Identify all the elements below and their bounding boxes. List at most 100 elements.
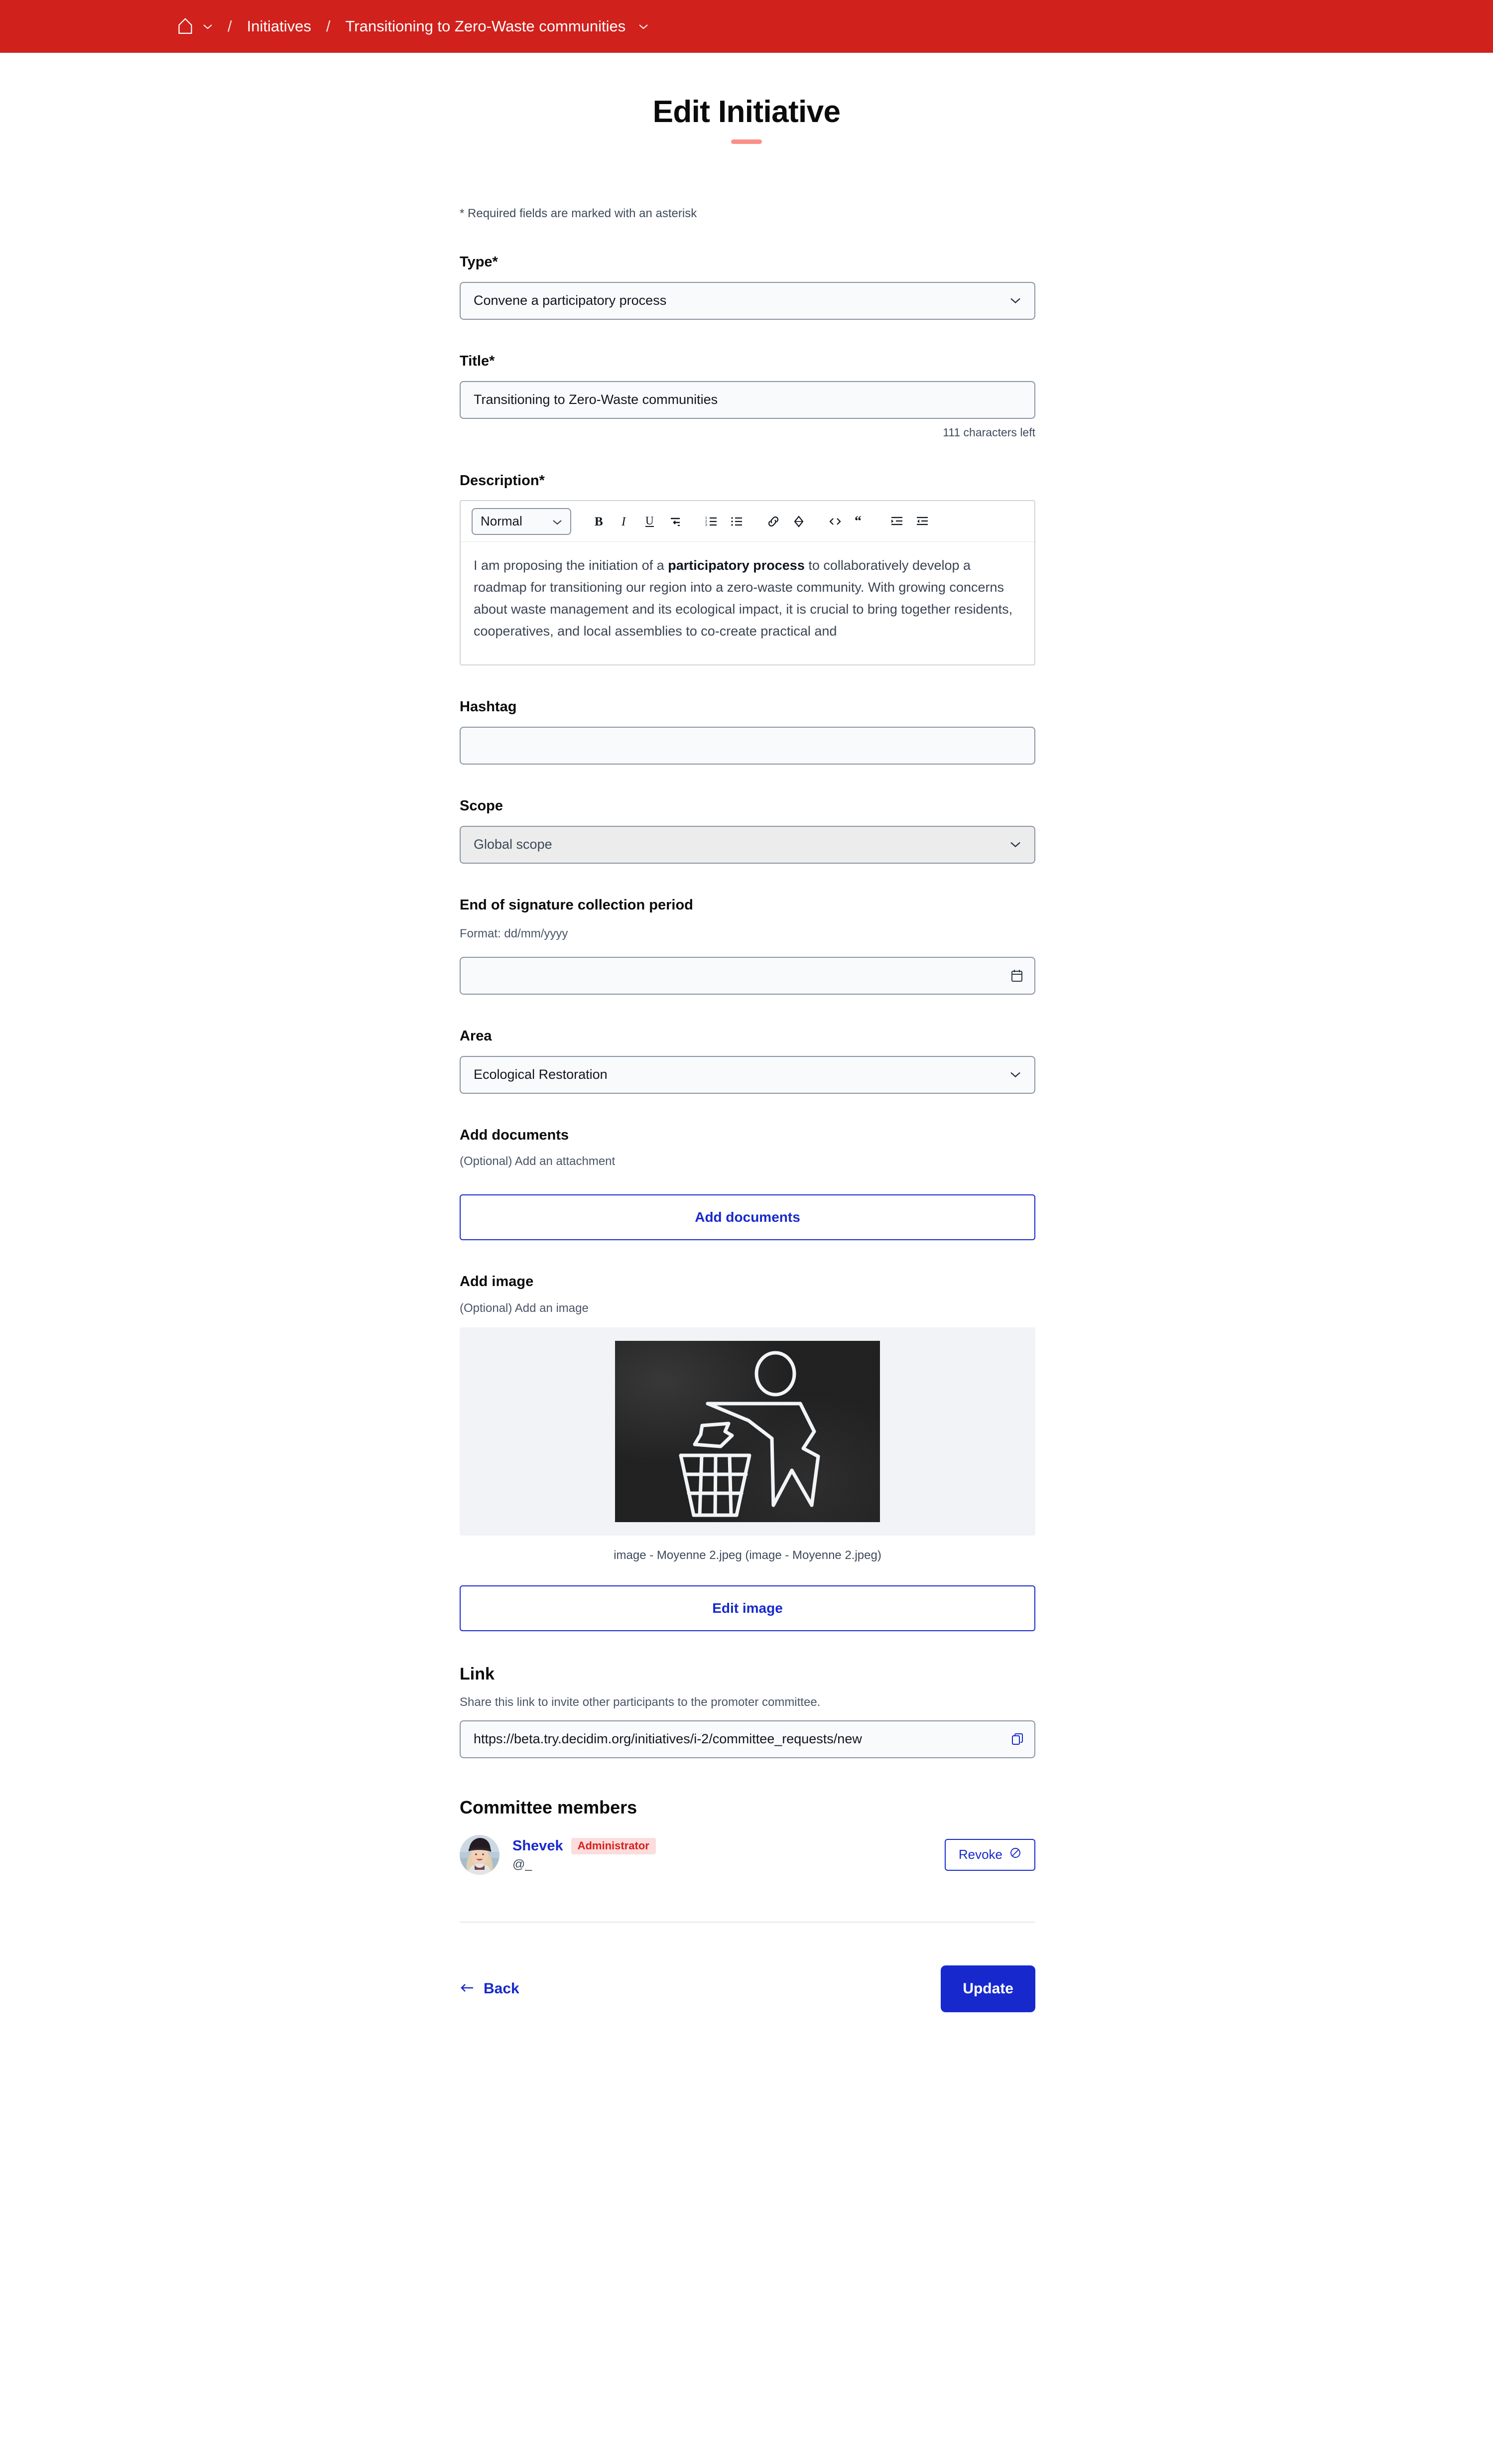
breadcrumb-bar: / Initiatives / Transitioning to Zero-Wa… (0, 0, 1493, 53)
add-documents-button[interactable]: Add documents (460, 1194, 1035, 1241)
field-label-area: Area (460, 1028, 492, 1044)
svg-text:U: U (645, 515, 654, 527)
title-input[interactable]: Transitioning to Zero-Waste communities (460, 381, 1035, 419)
scope-select-value: Global scope (474, 837, 552, 852)
area-select-value: Ecological Restoration (474, 1067, 608, 1082)
field-label-add-documents: Add documents (460, 1127, 569, 1143)
paragraph-format-select[interactable]: Normal (472, 508, 571, 535)
svg-text:I: I (621, 515, 626, 528)
calendar-icon[interactable] (1010, 969, 1023, 983)
member-name-link[interactable]: Shevek (512, 1838, 563, 1854)
image-thumbnail (615, 1341, 880, 1523)
home-icon (177, 17, 194, 35)
breadcrumb-item-initiatives[interactable]: Initiatives (247, 17, 311, 35)
erase-format-icon[interactable] (788, 509, 810, 534)
avatar-image (460, 1834, 499, 1875)
back-button[interactable]: Back (460, 1980, 519, 1997)
description-rich-text-editor[interactable]: Normal B I U 1 2 3 “ I am proposing the … (460, 500, 1035, 666)
title-input-value: Transitioning to Zero-Waste communities (474, 392, 718, 407)
field-scope: Scope Global scope (460, 797, 1035, 864)
svg-text:1: 1 (705, 517, 707, 520)
field-label-hashtag: Hashtag (460, 699, 517, 715)
type-select[interactable]: Convene a participatory process (460, 281, 1035, 320)
revoke-button[interactable]: Revoke (944, 1838, 1035, 1871)
description-text-bold: participatory process (668, 558, 805, 573)
area-select[interactable]: Ecological Restoration (460, 1055, 1035, 1094)
field-label-add-image: Add image (460, 1274, 534, 1290)
line-break-icon[interactable] (664, 509, 686, 534)
member-texts: Shevek Administrator @_ (512, 1837, 656, 1872)
field-hashtag: Hashtag (460, 698, 1035, 765)
field-title: Title* Transitioning to Zero-Waste commu… (460, 353, 1035, 439)
chevron-down-icon (1009, 297, 1021, 304)
signature-end-date-input[interactable] (460, 956, 1035, 995)
update-button[interactable]: Update (941, 1965, 1035, 2012)
title-underline-accent (731, 139, 762, 144)
bold-icon[interactable]: B (588, 509, 610, 534)
indent-icon[interactable] (886, 509, 908, 534)
chevron-down-icon (1009, 1071, 1021, 1078)
field-link: Link Share this link to invite other par… (460, 1664, 1035, 1758)
date-format-hint: Format: dd/mm/yyyy (460, 926, 568, 940)
image-preview-frame (460, 1327, 1035, 1536)
chevron-down-icon[interactable] (638, 23, 648, 30)
field-description: Description* Normal B I U 1 2 3 “ I am p… (460, 472, 1035, 666)
blockquote-icon[interactable]: “ (850, 509, 871, 534)
copy-icon[interactable] (1011, 1733, 1023, 1746)
hashtag-input[interactable] (460, 727, 1035, 765)
scope-select[interactable]: Global scope (460, 825, 1035, 864)
page-title: Edit Initiative (652, 95, 841, 129)
arrow-left-icon (460, 1980, 475, 1997)
avatar[interactable] (460, 1834, 499, 1875)
field-label-scope: Scope (460, 798, 503, 814)
underline-icon[interactable]: U (639, 509, 661, 534)
revoke-button-label: Revoke (958, 1847, 1002, 1862)
outdent-icon[interactable] (911, 509, 933, 534)
field-add-documents: Add documents (Optional) Add an attachme… (460, 1127, 1035, 1241)
svg-text:B: B (595, 515, 603, 528)
edit-image-button[interactable]: Edit image (460, 1585, 1035, 1632)
svg-text:3: 3 (705, 523, 707, 527)
chevron-down-icon (1009, 841, 1021, 848)
committee-member-row: Shevek Administrator @_ Revoke (460, 1834, 1035, 1875)
home-breadcrumb-button[interactable] (177, 17, 213, 35)
field-label-description: Description* (460, 472, 545, 489)
paragraph-format-value: Normal (481, 514, 522, 529)
back-button-label: Back (484, 1980, 519, 1997)
breadcrumb-item-current[interactable]: Transitioning to Zero-Waste communities (345, 17, 625, 35)
title-characters-left: 111 characters left (943, 425, 1035, 439)
form-actions: Back Update (460, 1965, 1035, 2057)
member-handle: @_ (512, 1857, 532, 1871)
field-label-type: Type* (460, 254, 498, 270)
page-title-block: Edit Initiative (0, 97, 1493, 144)
edit-initiative-form: * Required fields are marked with an ast… (460, 144, 1035, 2077)
editor-toolbar: Normal B I U 1 2 3 “ (461, 501, 1034, 542)
field-area: Area Ecological Restoration (460, 1028, 1035, 1094)
type-select-value: Convene a participatory process (474, 293, 667, 308)
section-divider (460, 1921, 1035, 1923)
description-text-part1: I am proposing the initiation of a (474, 558, 668, 573)
chevron-down-icon[interactable] (203, 23, 213, 30)
field-label-signature-end: End of signature collection period (460, 897, 693, 913)
code-icon[interactable] (824, 509, 846, 534)
italic-icon[interactable]: I (614, 509, 635, 534)
add-image-hint: (Optional) Add an image (460, 1301, 589, 1315)
link-hint: Share this link to invite other particip… (460, 1695, 821, 1709)
invite-link-value: https://beta.try.decidim.org/initiatives… (474, 1731, 862, 1747)
field-type: Type* Convene a participatory process (460, 254, 1035, 320)
image-caption: image - Moyenne 2.jpeg (image - Moyenne … (614, 1549, 881, 1562)
status-badge: Administrator (571, 1837, 656, 1854)
ordered-list-icon[interactable]: 1 2 3 (701, 509, 723, 534)
bullet-list-icon[interactable] (726, 509, 748, 534)
invite-link-input[interactable]: https://beta.try.decidim.org/initiatives… (460, 1720, 1035, 1758)
required-fields-note: * Required fields are marked with an ast… (460, 207, 697, 220)
svg-text:2: 2 (705, 520, 707, 523)
description-editor-body[interactable]: I am proposing the initiation of a parti… (461, 542, 1034, 664)
field-signature-end: End of signature collection period Forma… (460, 897, 1035, 995)
committee-members-section: Committee members Shevek Administrator @… (460, 1797, 1035, 1875)
committee-members-title: Committee members (460, 1797, 637, 1817)
field-label-link: Link (460, 1665, 495, 1684)
link-icon[interactable] (762, 509, 784, 534)
forbid-circle-icon (1009, 1847, 1021, 1862)
field-add-image: Add image (Optional) Add an image image … (460, 1273, 1035, 1632)
